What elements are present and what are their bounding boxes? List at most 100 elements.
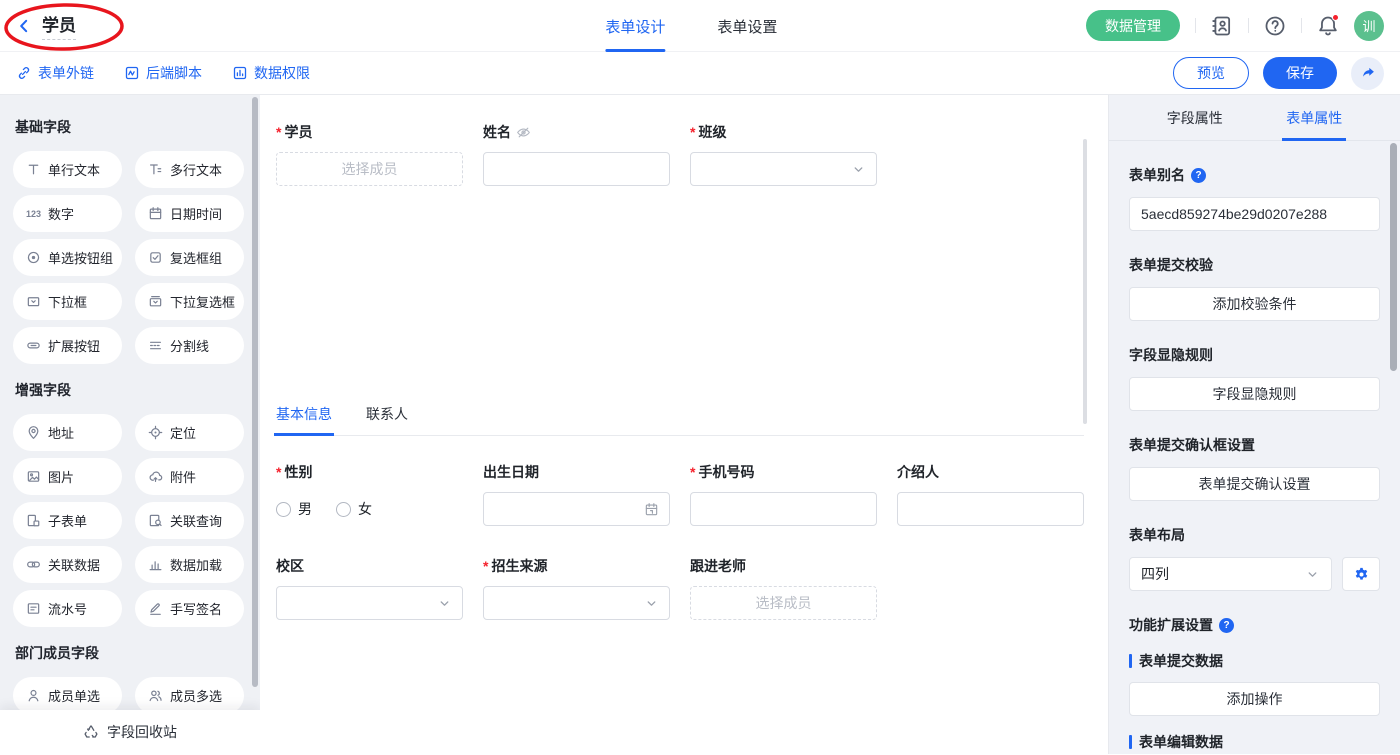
- dropdown-multi-icon: [148, 294, 163, 309]
- script-icon: [124, 65, 140, 81]
- palette-item-address[interactable]: 地址: [13, 414, 122, 451]
- palette-item-extend-button[interactable]: 扩展按钮: [13, 327, 122, 364]
- palette-item-number[interactable]: 123 数字: [13, 195, 122, 232]
- teacher-member-picker[interactable]: 选择成员: [690, 586, 877, 620]
- referrer-input[interactable]: [897, 492, 1084, 526]
- birthday-date-input[interactable]: [483, 492, 670, 526]
- palette-item-relation-data[interactable]: 关联数据: [13, 546, 122, 583]
- relation-query-icon: [148, 513, 163, 528]
- field-visibility-button[interactable]: 字段显隐规则: [1129, 377, 1380, 411]
- data-permission-link[interactable]: 数据权限: [232, 63, 310, 83]
- palette-item-multi-line-text[interactable]: 多行文本: [135, 151, 244, 188]
- palette-item-locate[interactable]: 定位: [135, 414, 244, 451]
- radio-icon: [26, 250, 41, 265]
- palette-item-image[interactable]: 图片: [13, 458, 122, 495]
- palette-item-datetime[interactable]: 日期时间: [135, 195, 244, 232]
- palette-item-divider-line[interactable]: 分割线: [135, 327, 244, 364]
- field-phone[interactable]: *手机号码: [690, 463, 877, 526]
- multi-line-text-icon: [148, 162, 163, 177]
- map-pin-icon: [26, 425, 41, 440]
- add-validation-button[interactable]: 添加校验条件: [1129, 287, 1380, 321]
- palette-item-single-line-text[interactable]: 单行文本: [13, 151, 122, 188]
- campus-select[interactable]: [276, 586, 463, 620]
- tab-basic-info[interactable]: 基本信息: [276, 404, 332, 435]
- avatar[interactable]: 训: [1354, 11, 1384, 41]
- palette-item-serial-number[interactable]: 流水号: [13, 590, 122, 627]
- form-external-link-label: 表单外链: [38, 63, 94, 83]
- field-follow-teacher[interactable]: 跟进老师 选择成员: [690, 557, 877, 620]
- tab-field-properties[interactable]: 字段属性: [1167, 95, 1223, 140]
- student-member-picker[interactable]: 选择成员: [276, 152, 463, 186]
- phone-input[interactable]: [690, 492, 877, 526]
- field-referrer[interactable]: 介绍人: [897, 463, 1084, 526]
- palette-item-dropdown-multi[interactable]: 下拉复选框: [135, 283, 244, 320]
- divider-line-icon: [148, 338, 163, 353]
- palette-item-member-multi[interactable]: 成员多选: [135, 677, 244, 714]
- field-student[interactable]: *学员 选择成员: [276, 123, 463, 186]
- palette-item-data-load[interactable]: 数据加载: [135, 546, 244, 583]
- form-external-link[interactable]: 表单外链: [16, 63, 94, 83]
- backend-script-label: 后端脚本: [146, 63, 202, 83]
- layout-settings-button[interactable]: [1342, 557, 1380, 591]
- section-basic-fields: 基础字段: [15, 117, 242, 137]
- gender-option-female[interactable]: 女: [336, 499, 372, 519]
- source-select[interactable]: [483, 586, 670, 620]
- palette-item-checkbox-group[interactable]: 复选框组: [135, 239, 244, 276]
- palette-item-member-single[interactable]: 成员单选: [13, 677, 122, 714]
- data-manage-button[interactable]: 数据管理: [1086, 10, 1180, 41]
- help-icon[interactable]: [1264, 15, 1286, 37]
- palette-item-radio-group[interactable]: 单选按钮组: [13, 239, 122, 276]
- divider: [1248, 18, 1249, 33]
- field-gender[interactable]: *性别 男 女: [276, 463, 463, 526]
- gear-icon: [1353, 566, 1370, 583]
- accent-bar: [1129, 654, 1132, 668]
- number-icon: 123: [26, 209, 41, 219]
- field-birthday[interactable]: 出生日期: [483, 463, 670, 526]
- tab-contacts[interactable]: 联系人: [366, 404, 408, 435]
- canvas-scrollbar[interactable]: [1083, 139, 1087, 424]
- help-circle-icon[interactable]: ?: [1191, 168, 1206, 183]
- gender-option-male[interactable]: 男: [276, 499, 312, 519]
- tab-form-settings[interactable]: 表单设置: [717, 0, 777, 52]
- backend-script-link[interactable]: 后端脚本: [124, 63, 202, 83]
- palette-item-dropdown[interactable]: 下拉框: [13, 283, 122, 320]
- tab-form-properties[interactable]: 表单属性: [1286, 95, 1342, 140]
- share-button[interactable]: [1351, 57, 1384, 90]
- class-select[interactable]: [690, 152, 877, 186]
- sidebar-scrollbar[interactable]: [252, 97, 258, 687]
- chevron-down-icon: [1305, 567, 1320, 582]
- palette-item-relation-query[interactable]: 关联查询: [135, 502, 244, 539]
- name-input[interactable]: [483, 152, 670, 186]
- contacts-book-icon[interactable]: [1211, 15, 1233, 37]
- form-alias-input[interactable]: 5aecd859274be29d0207e288: [1129, 197, 1380, 231]
- save-button[interactable]: 保存: [1263, 57, 1337, 89]
- field-name[interactable]: 姓名: [483, 123, 670, 186]
- field-class[interactable]: *班级: [690, 123, 877, 186]
- form-layout-select[interactable]: 四列: [1129, 557, 1332, 591]
- palette-item-attachment[interactable]: 附件: [135, 458, 244, 495]
- field-recycle-bin[interactable]: 字段回收站: [0, 710, 260, 754]
- subform-icon: [26, 513, 41, 528]
- cloud-upload-icon: [148, 469, 163, 484]
- edit-data-subtitle: 表单编辑数据: [1129, 732, 1380, 752]
- topbar-actions: 数据管理 训: [1086, 10, 1384, 41]
- notification-bell-icon[interactable]: [1317, 15, 1339, 37]
- palette-item-signature[interactable]: 手写签名: [135, 590, 244, 627]
- field-enrollment-source[interactable]: *招生来源: [483, 557, 670, 620]
- help-circle-icon[interactable]: ?: [1219, 618, 1234, 633]
- submit-add-action-button[interactable]: 添加操作: [1129, 682, 1380, 716]
- submit-confirm-button[interactable]: 表单提交确认设置: [1129, 467, 1380, 501]
- back-button[interactable]: 学员: [16, 11, 76, 40]
- preview-button[interactable]: 预览: [1173, 57, 1249, 89]
- radio-icon: [276, 502, 291, 517]
- canvas-section-tabs: 基本信息 联系人: [276, 404, 1084, 436]
- extend-button-icon: [26, 338, 41, 353]
- chevron-left-icon: [16, 18, 32, 34]
- field-campus[interactable]: 校区: [276, 557, 463, 620]
- data-permission-icon: [232, 65, 248, 81]
- field-visibility-title: 字段显隐规则: [1129, 345, 1380, 365]
- required-asterisk: *: [276, 124, 281, 140]
- panel-scrollbar[interactable]: [1390, 143, 1397, 371]
- palette-item-subform[interactable]: 子表单: [13, 502, 122, 539]
- tab-form-design[interactable]: 表单设计: [605, 0, 665, 52]
